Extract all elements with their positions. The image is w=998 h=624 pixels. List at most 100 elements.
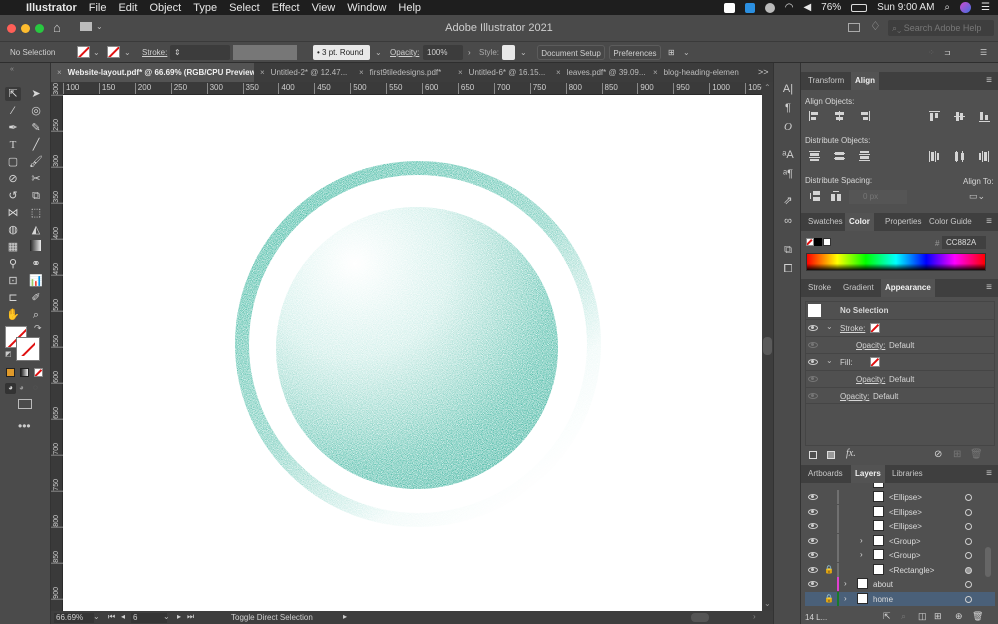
eyedropper-tool-icon[interactable]: ⚲	[5, 257, 21, 271]
opacity-input[interactable]: 100%	[423, 45, 463, 60]
create-layer-icon[interactable]: ⊕	[955, 611, 963, 622]
menu-app-name[interactable]: Illustrator	[26, 2, 77, 14]
expand-chevron-icon[interactable]: ⌄	[826, 322, 833, 331]
eye-icon[interactable]	[808, 537, 818, 544]
distribute-vertical-space-icon[interactable]	[809, 191, 821, 201]
artboard-tool-icon[interactable]: ⊏	[5, 291, 21, 305]
selection-tool-icon[interactable]: ⇱	[5, 87, 21, 101]
close-tab-icon[interactable]: ×	[556, 68, 561, 77]
previous-artboard-button[interactable]: ◂	[121, 612, 125, 621]
menu-help[interactable]: Help	[398, 2, 421, 14]
tab-swatches[interactable]: Swatches	[804, 213, 847, 231]
column-graph-tool-icon[interactable]: 📊	[28, 274, 44, 288]
layer-name[interactable]: home	[873, 595, 893, 604]
fill-chevron-icon[interactable]: ⌄	[93, 45, 100, 60]
stroke-chevron-icon[interactable]: ⌄	[124, 45, 131, 60]
eye-icon[interactable]	[808, 393, 818, 399]
doc-tab-untitled-2[interactable]: × Untitled-2* @ 12.47...	[254, 63, 353, 82]
graphic-style-swatch[interactable]	[502, 45, 515, 60]
align-right-icon[interactable]	[859, 111, 871, 121]
gradient-mode-button[interactable]	[20, 368, 29, 377]
layers-scroll-thumb[interactable]	[985, 547, 991, 577]
eye-icon[interactable]	[808, 325, 818, 331]
expand-layer-chevron-icon[interactable]: ›	[844, 579, 847, 588]
perspective-grid-tool-icon[interactable]: ◭	[28, 223, 44, 237]
layer-target-icon[interactable]	[965, 552, 972, 559]
close-tab-icon[interactable]: ×	[458, 68, 463, 77]
swap-fill-stroke-icon[interactable]: ↷	[34, 323, 42, 334]
arrange-documents-icon[interactable]	[848, 23, 860, 32]
fill-swatch[interactable]	[77, 46, 90, 58]
status-menu-arrow-icon[interactable]: ▸	[343, 612, 347, 621]
pen-tool-icon[interactable]: ✒	[5, 121, 21, 135]
tab-color[interactable]: Color	[845, 213, 874, 231]
lock-icon[interactable]: 🔒	[824, 565, 834, 574]
scroll-right-icon[interactable]: ›	[753, 612, 756, 621]
layer-name[interactable]: <Ellipse>	[889, 508, 922, 517]
scroll-up-icon[interactable]: ⌃	[764, 83, 771, 92]
eye-icon[interactable]	[808, 508, 818, 515]
distribute-bottom-icon[interactable]	[859, 151, 871, 161]
menu-view[interactable]: View	[312, 2, 336, 14]
paragraph-styles-icon[interactable]: ᵃ¶	[780, 167, 796, 181]
layer-name[interactable]: <Group>	[889, 537, 921, 546]
slice-tool-icon[interactable]: ✐	[28, 291, 44, 305]
eye-icon[interactable]	[808, 359, 818, 365]
color-black-swatch[interactable]	[814, 238, 822, 246]
battery-icon[interactable]	[851, 3, 868, 12]
layer-name[interactable]: <Ellipse>	[889, 493, 922, 502]
tab-color-guide[interactable]: Color Guide	[925, 213, 976, 231]
variable-width-profile[interactable]	[233, 45, 297, 60]
artboard-number-field[interactable]: 6	[131, 613, 167, 623]
stroke-color-box[interactable]	[16, 337, 40, 361]
free-transform-tool-icon[interactable]: ⬚	[28, 206, 44, 220]
layer-row[interactable]: <Ellipse>	[805, 504, 995, 520]
layer-target-icon[interactable]	[965, 595, 972, 603]
wifi-icon[interactable]: ◠	[785, 2, 794, 13]
eye-icon[interactable]	[808, 566, 818, 573]
symbol-sprayer-tool-icon[interactable]: ⊡	[5, 274, 21, 288]
grammarly-icon[interactable]	[744, 2, 755, 13]
expand-chevron-icon[interactable]: ⌄	[826, 356, 833, 365]
transform-chevron-icon[interactable]: ⌄	[683, 45, 690, 60]
draw-behind-icon[interactable]: ◕	[19, 383, 24, 392]
layer-name[interactable]: <Group>	[889, 551, 921, 560]
shaper-tool-icon[interactable]: ⊘	[5, 172, 21, 186]
horizontal-ruler[interactable]: 100 150 200 250 300 350 400 450 500 550 600 650 700 7…	[51, 82, 766, 95]
doc-tab-leaves[interactable]: × leaves.pdf* @ 39.09...	[550, 63, 647, 82]
menu-select[interactable]: Select	[229, 2, 260, 14]
vertical-scrollbar[interactable]: ⌃ ⌄	[762, 82, 773, 611]
appearance-row-fill[interactable]: ⌄ Fill:	[805, 353, 995, 370]
style-chevron-icon[interactable]: ⌄	[520, 45, 527, 60]
help-search-input[interactable]: ⌕⌄ Search Adobe Help	[888, 20, 994, 36]
add-new-stroke-icon[interactable]	[809, 451, 817, 459]
tab-appearance[interactable]: Appearance	[881, 279, 935, 297]
last-artboard-button[interactable]: ⏭	[187, 612, 194, 622]
layer-row[interactable]: › <Group>	[805, 533, 995, 549]
eye-icon[interactable]	[808, 581, 818, 587]
next-artboard-button[interactable]: ▸	[177, 612, 181, 621]
artboard-chevron-icon[interactable]: ⌄	[163, 612, 170, 621]
zoom-app-icon[interactable]	[723, 2, 735, 13]
layer-name[interactable]: <Rectangle>	[889, 566, 934, 575]
control-bar-menu-icon[interactable]: ☰	[980, 45, 987, 60]
tab-layers[interactable]: Layers	[851, 465, 885, 483]
tab-gradient[interactable]: Gradient	[839, 279, 878, 297]
spacing-value-input[interactable]: 0 px	[849, 190, 907, 204]
tab-artboards[interactable]: Artboards	[804, 465, 847, 483]
color-mode-button[interactable]	[6, 368, 15, 377]
zoom-level-field[interactable]: 66.69%	[54, 613, 94, 623]
character-panel-icon[interactable]: A|	[780, 82, 796, 96]
align-icon[interactable]: ⁘	[928, 45, 935, 60]
hex-input[interactable]: CC882A	[942, 236, 986, 249]
menu-window[interactable]: Window	[347, 2, 386, 14]
discover-lightbulb-icon[interactable]: ♢	[870, 19, 881, 33]
paintbrush-tool-icon[interactable]: 🖌	[28, 155, 44, 169]
scissors-tool-icon[interactable]: ✂	[28, 172, 44, 186]
opacity-label[interactable]: Opacity:	[840, 392, 869, 401]
color-none-swatch[interactable]	[806, 238, 814, 246]
opacity-arrow-icon[interactable]: ›	[468, 45, 471, 60]
layer-target-icon[interactable]	[965, 523, 972, 530]
menu-object[interactable]: Object	[149, 2, 181, 14]
distribute-left-icon[interactable]	[929, 151, 941, 162]
